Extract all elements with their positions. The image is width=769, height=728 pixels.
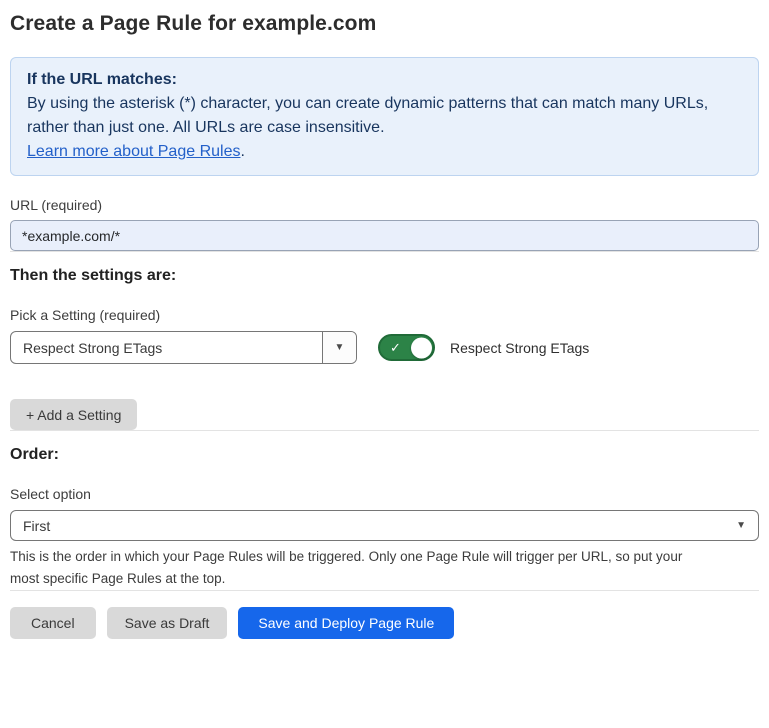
setting-select-value: Respect Strong ETags <box>11 332 322 363</box>
setting-select-arrow-button[interactable]: ▼ <box>322 332 356 363</box>
order-section-heading: Order: <box>10 445 759 465</box>
info-box-body-line2: rather than just one. All URLs are case … <box>27 116 742 140</box>
url-label: URL (required) <box>10 197 759 213</box>
toggle-knob <box>411 337 432 358</box>
info-box-heading: If the URL matches: <box>27 68 742 92</box>
link-period: . <box>240 143 244 160</box>
check-icon: ✓ <box>390 341 401 354</box>
divider <box>10 430 759 431</box>
select-option-label: Select option <box>10 486 759 502</box>
order-help-line2: most specific Page Rules at the top. <box>10 571 225 586</box>
cancel-button[interactable]: Cancel <box>10 607 96 639</box>
order-help-line1: This is the order in which your Page Rul… <box>10 549 682 564</box>
info-box-body-line1: By using the asterisk (*) character, you… <box>27 92 742 116</box>
chevron-down-icon: ▼ <box>736 521 746 531</box>
chevron-down-icon: ▼ <box>335 343 345 353</box>
add-setting-button[interactable]: + Add a Setting <box>10 399 137 430</box>
save-deploy-button[interactable]: Save and Deploy Page Rule <box>238 607 454 639</box>
pick-setting-label: Pick a Setting (required) <box>10 307 759 323</box>
divider <box>10 251 759 252</box>
toggle-label: Respect Strong ETags <box>450 340 589 356</box>
url-match-info-box: If the URL matches: By using the asteris… <box>10 57 759 176</box>
footer-actions: Cancel Save as Draft Save and Deploy Pag… <box>10 607 759 639</box>
setting-toggle[interactable]: ✓ <box>378 334 435 361</box>
setting-select[interactable]: Respect Strong ETags ▼ <box>10 331 357 364</box>
page-title: Create a Page Rule for example.com <box>10 10 759 37</box>
save-draft-button[interactable]: Save as Draft <box>107 607 228 639</box>
info-box-link-line: Learn more about Page Rules. <box>27 140 742 164</box>
create-page-rule-panel: Create a Page Rule for example.com If th… <box>0 10 769 639</box>
order-select[interactable]: First ▼ <box>10 510 759 541</box>
settings-section-heading: Then the settings are: <box>10 266 759 286</box>
order-select-value: First <box>23 518 50 534</box>
url-input[interactable] <box>10 220 759 251</box>
order-help-text: This is the order in which your Page Rul… <box>10 546 759 590</box>
setting-row: Respect Strong ETags ▼ ✓ Respect Strong … <box>10 331 759 364</box>
learn-more-link[interactable]: Learn more about Page Rules <box>27 143 240 160</box>
divider <box>10 590 759 591</box>
